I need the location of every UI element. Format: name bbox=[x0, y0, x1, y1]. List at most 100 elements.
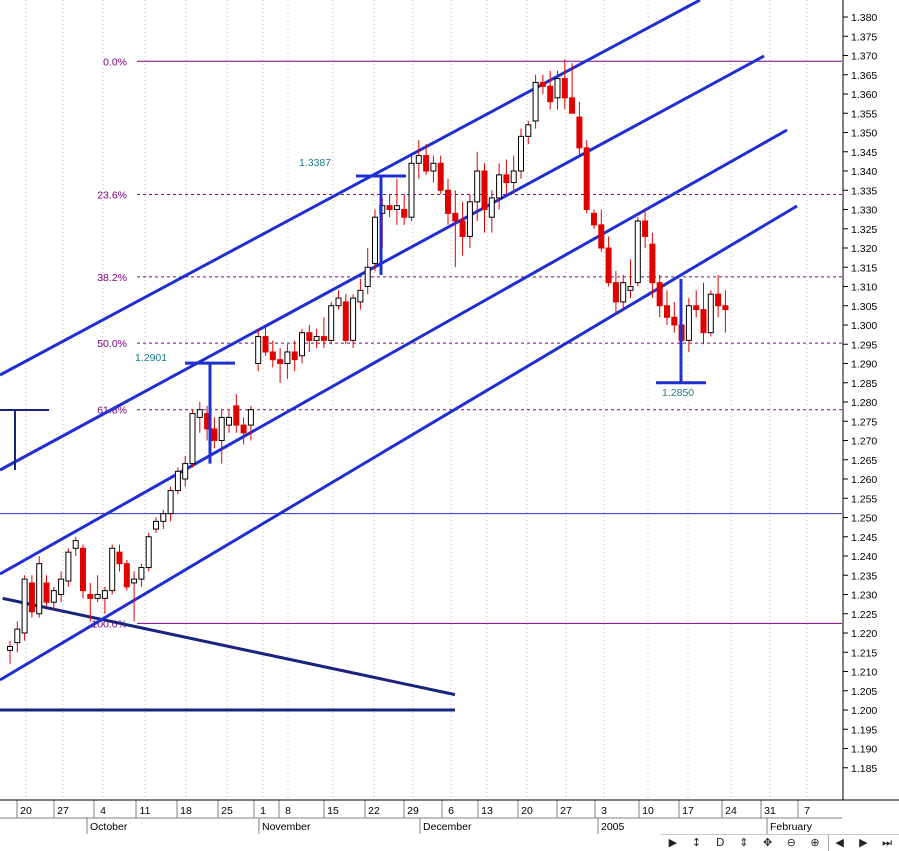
y-tick-label: 1.370 bbox=[851, 51, 877, 63]
y-tick-label: 1.350 bbox=[851, 128, 877, 140]
y-tick-label: 1.290 bbox=[851, 359, 877, 371]
x-month-label: 2005 bbox=[601, 821, 625, 833]
x-month-label: February bbox=[770, 821, 813, 833]
y-tick-label: 1.265 bbox=[851, 455, 877, 467]
zoom-in-icon[interactable]: ⊕ bbox=[804, 835, 826, 851]
x-month-label: October bbox=[90, 821, 128, 833]
y-tick-label: 1.305 bbox=[851, 301, 877, 313]
candle-body bbox=[21, 578, 28, 634]
x-tick-label: 3 bbox=[601, 805, 607, 817]
candle-body bbox=[642, 220, 649, 237]
candle-body bbox=[372, 216, 378, 264]
candle-body bbox=[634, 220, 641, 284]
candle-body bbox=[671, 316, 678, 326]
period-d-button[interactable]: D bbox=[709, 835, 731, 851]
candle-body bbox=[605, 247, 612, 284]
x-tick-label: 18 bbox=[180, 805, 192, 817]
candle-body bbox=[335, 297, 342, 307]
x-tick-label: 22 bbox=[368, 805, 380, 817]
x-tick-label: 27 bbox=[560, 805, 572, 817]
candle-body bbox=[496, 174, 503, 199]
x-month-label: November bbox=[262, 821, 311, 833]
annotation-low-label: 1.2850 bbox=[662, 387, 694, 399]
y-tick-label: 1.285 bbox=[851, 378, 877, 390]
candle-body bbox=[167, 490, 174, 515]
candle-body bbox=[518, 135, 524, 172]
candle-body bbox=[153, 520, 159, 530]
candle-body bbox=[539, 81, 546, 87]
candle-body bbox=[123, 563, 130, 588]
candle-body bbox=[7, 645, 13, 651]
candle-body bbox=[138, 567, 145, 580]
candle-body bbox=[707, 293, 714, 334]
candle-body bbox=[401, 209, 408, 218]
y-tick-label: 1.220 bbox=[851, 628, 877, 640]
y-tick-label: 1.230 bbox=[851, 590, 877, 602]
candle-body bbox=[547, 85, 554, 103]
candle-body bbox=[598, 224, 605, 249]
x-tick-label: 11 bbox=[140, 805, 151, 817]
x-tick-label: 7 bbox=[804, 805, 810, 817]
candle-body bbox=[685, 305, 692, 341]
candle-body bbox=[28, 582, 35, 613]
candle-body bbox=[532, 81, 539, 122]
candle-body bbox=[583, 147, 590, 210]
candle-body bbox=[430, 162, 437, 172]
y-tick-label: 1.210 bbox=[851, 667, 877, 679]
candle-body bbox=[693, 305, 700, 311]
updown-button[interactable]: ⇕ bbox=[733, 835, 755, 851]
y-tick-label: 1.335 bbox=[851, 185, 877, 197]
candle-body bbox=[43, 582, 50, 603]
candle-body bbox=[291, 351, 298, 361]
y-tick-label: 1.360 bbox=[851, 89, 877, 101]
y-tick-label: 1.320 bbox=[851, 243, 877, 255]
x-tick-label: 4 bbox=[100, 805, 106, 817]
candle-body bbox=[101, 590, 108, 599]
cycle-button[interactable]: ↕ bbox=[686, 835, 708, 851]
candle-body bbox=[269, 351, 276, 361]
candle-body bbox=[481, 170, 488, 210]
candle-body bbox=[357, 289, 364, 303]
candle-body bbox=[627, 286, 634, 291]
candle-body bbox=[649, 243, 656, 284]
x-tick-label: 31 bbox=[764, 805, 776, 817]
scroll-left-icon[interactable]: ◀ bbox=[827, 835, 851, 851]
y-tick-label: 1.300 bbox=[851, 320, 877, 332]
play-button[interactable]: ▶ bbox=[662, 835, 684, 851]
candle-body bbox=[569, 97, 576, 114]
fib-level-label: 38.2% bbox=[97, 272, 127, 284]
move-icon[interactable]: ✥ bbox=[757, 835, 779, 851]
scroll-right-icon[interactable]: ▶ bbox=[852, 835, 874, 851]
candle-body bbox=[664, 305, 670, 318]
y-tick-label: 1.215 bbox=[851, 647, 877, 659]
candle-body bbox=[525, 124, 532, 137]
candle-body bbox=[284, 351, 291, 365]
candle-body bbox=[262, 336, 269, 353]
candle-body bbox=[459, 220, 466, 237]
y-tick-label: 1.315 bbox=[851, 262, 877, 274]
y-tick-label: 1.380 bbox=[851, 12, 877, 24]
candlestick-chart: 20 27 4 11 18 25 1 8 15 22 29 6 13 20 27 3 10 17 24 31 7Octo… bbox=[0, 0, 899, 850]
candle-body bbox=[174, 470, 181, 492]
y-tick-label: 1.275 bbox=[851, 416, 877, 428]
y-tick-label: 1.255 bbox=[851, 493, 877, 505]
scroll-end-icon[interactable]: ⏭ bbox=[876, 835, 898, 851]
y-tick-label: 1.250 bbox=[851, 513, 877, 525]
candle-body bbox=[226, 416, 232, 426]
y-tick-label: 1.195 bbox=[851, 724, 877, 736]
candle-body bbox=[247, 409, 254, 426]
y-tick-label: 1.185 bbox=[851, 763, 877, 775]
candle-body bbox=[393, 205, 400, 210]
candle-body bbox=[342, 301, 349, 341]
y-tick-label: 1.260 bbox=[851, 474, 877, 486]
candle-body bbox=[408, 162, 415, 218]
candle-body bbox=[364, 266, 371, 287]
y-tick-label: 1.330 bbox=[851, 205, 877, 217]
y-tick-label: 1.225 bbox=[851, 609, 877, 621]
zoom-out-icon[interactable]: ⊖ bbox=[780, 835, 802, 851]
y-tick-label: 1.270 bbox=[851, 436, 877, 448]
candle-body bbox=[386, 205, 393, 210]
candle-body bbox=[620, 282, 627, 303]
y-tick-label: 1.355 bbox=[851, 108, 877, 120]
candle-body bbox=[80, 547, 86, 592]
